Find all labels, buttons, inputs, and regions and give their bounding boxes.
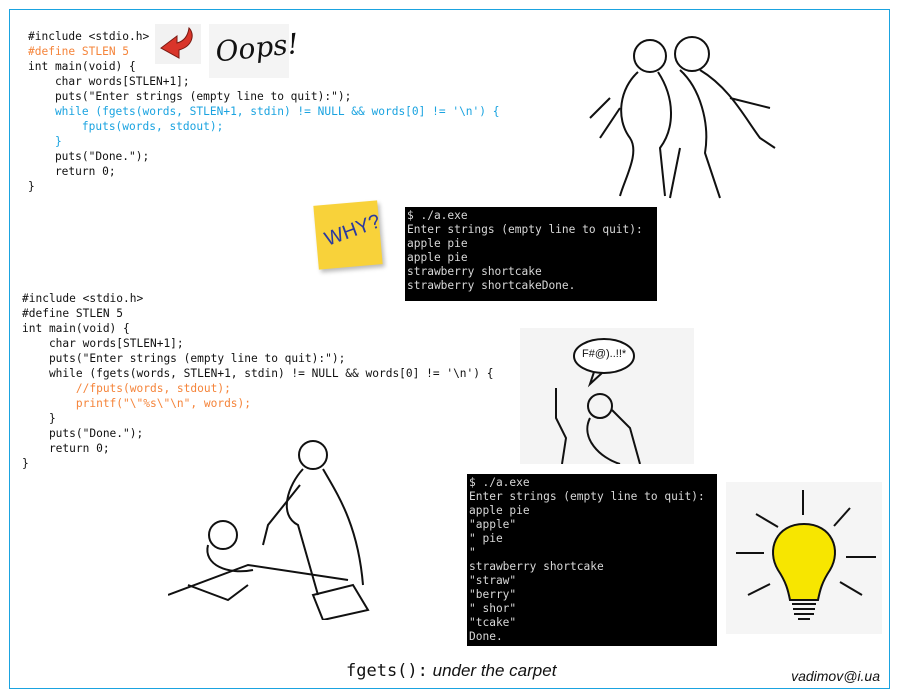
terminal-output-modified: $ ./a.exe Enter strings (empty line to qu…: [467, 474, 717, 646]
code-line: printf("\"%s\"\n", words);: [22, 397, 252, 410]
terminal-line: " pie: [469, 532, 503, 545]
terminal-line: "tcake": [469, 616, 517, 629]
terminal-line: strawberry shortcake: [469, 560, 604, 573]
why-sticky-note: WHY?: [313, 200, 384, 270]
terminal-line: Enter strings (empty line to quit):: [407, 223, 643, 236]
terminal-line: Done.: [469, 630, 503, 643]
code-line: }: [28, 135, 62, 148]
terminal-line: "berry": [469, 588, 517, 601]
terminal-line: $ ./a.exe: [407, 209, 468, 222]
code-line: fputs(words, stdout);: [28, 120, 224, 133]
author-email: vadimov@i.ua: [791, 668, 880, 684]
code-line: return 0;: [28, 165, 116, 178]
oops-text: Oops!: [213, 26, 301, 69]
terminal-line: Enter strings (empty line to quit):: [469, 490, 705, 503]
caption-subtitle: under the carpet: [427, 661, 557, 680]
terminal-line: apple pie: [407, 251, 468, 264]
homework-illustration: [168, 440, 370, 620]
terminal-line: "straw": [469, 574, 517, 587]
terminal-output-original: $ ./a.exe Enter strings (empty line to qu…: [405, 207, 657, 301]
terminal-line: apple pie: [469, 504, 530, 517]
code-line: int main(void) {: [22, 322, 130, 335]
code-line: char words[STLEN+1];: [22, 337, 184, 350]
code-line: puts("Done.");: [28, 150, 150, 163]
terminal-line: strawberry shortcake: [407, 265, 542, 278]
shocked-people-illustration: [589, 36, 776, 199]
terminal-line: strawberry shortcakeDone.: [407, 279, 576, 292]
terminal-line: "apple": [469, 518, 517, 531]
terminal-line: $ ./a.exe: [469, 476, 530, 489]
oops-sticker: Oops!: [209, 24, 300, 78]
code-line: #define STLEN 5: [22, 307, 124, 320]
code-line: }: [22, 412, 56, 425]
code-line: while (fgets(words, STLEN+1, stdin) != N…: [28, 105, 500, 118]
slide-caption: fgets(): under the carpet: [346, 661, 556, 681]
light-bulb-illustration: [726, 482, 882, 634]
code-line: //fputs(words, stdout);: [22, 382, 231, 395]
code-line: puts("Enter strings (empty line to quit)…: [22, 352, 346, 365]
red-arrow-icon: [155, 24, 201, 64]
terminal-line: " shor": [469, 602, 517, 615]
code-line: puts("Enter strings (empty line to quit)…: [28, 90, 352, 103]
curse-speech-bubble: F#@)..!!*: [582, 348, 627, 360]
cursing-person-illustration: F#@)..!!*: [520, 328, 694, 464]
code-line: while (fgets(words, STLEN+1, stdin) != N…: [22, 367, 494, 380]
terminal-line: apple pie: [407, 237, 468, 250]
caption-function: fgets():: [346, 661, 428, 681]
terminal-line: ": [469, 546, 476, 559]
code-line: }: [28, 180, 35, 193]
